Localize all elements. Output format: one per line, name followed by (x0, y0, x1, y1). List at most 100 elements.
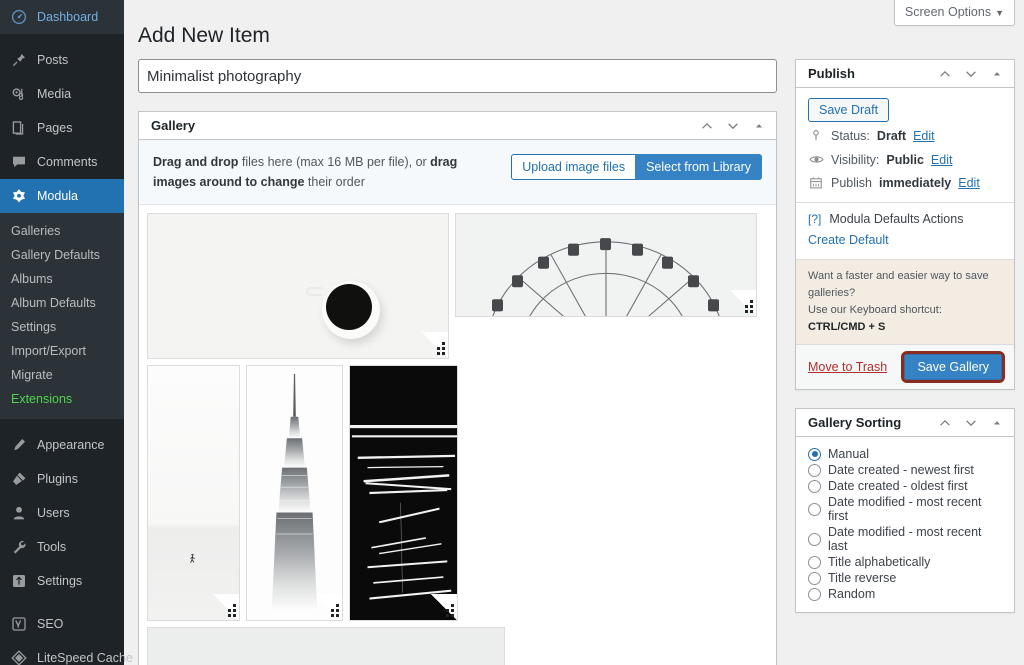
sort-option-label: Title alphabetically (828, 555, 930, 569)
sidebar-item-pages[interactable]: Pages (0, 111, 124, 145)
move-down-icon[interactable] (724, 117, 742, 135)
gallery-title-input[interactable] (138, 59, 777, 93)
save-draft-button[interactable]: Save Draft (808, 98, 889, 122)
upload-image-files-button[interactable]: Upload image files (511, 154, 636, 180)
visibility-edit-link[interactable]: Edit (931, 153, 953, 167)
submenu-item-galleries[interactable]: Galleries (0, 219, 124, 243)
move-up-icon[interactable] (936, 414, 954, 432)
sort-option-random[interactable]: Random (808, 586, 1002, 602)
sidebar-item-users[interactable]: Users (0, 496, 124, 530)
publish-panel-controls (936, 65, 1006, 83)
sidebar-item-label: Modula (37, 189, 78, 203)
sort-option-date-modified-most-recent-first[interactable]: Date modified - most recent first (808, 494, 1002, 524)
help-icon[interactable]: [?] (808, 212, 821, 226)
status-label: Status: (831, 129, 870, 143)
screen-options-label: Screen Options (905, 5, 991, 19)
sidebar-item-comments[interactable]: Comments (0, 145, 124, 179)
notice-line-2: Use our Keyboard shortcut: CTRL/CMD + S (808, 302, 1002, 336)
sidebar-item-dashboard[interactable]: Dashboard (0, 0, 124, 34)
radio-button[interactable] (808, 556, 821, 569)
keyboard-shortcut-notice: Want a faster and easier way to save gal… (796, 259, 1014, 344)
sidebar-item-tools[interactable]: Tools (0, 530, 124, 564)
submenu-item-migrate[interactable]: Migrate (0, 363, 124, 387)
uploader-end-text: their order (304, 175, 364, 189)
gallery-grid (147, 213, 768, 665)
wp-admin-screen: Dashboard Posts MediaPages Comments Modula G… (0, 0, 1024, 665)
uploader-bold-drag: Drag and drop (153, 155, 238, 169)
radio-button[interactable] (808, 464, 821, 477)
sidebar-item-seo[interactable]: SEO (0, 607, 124, 641)
submenu-item-extensions[interactable]: Extensions (0, 387, 124, 411)
create-default-link[interactable]: Create Default (808, 233, 889, 247)
sort-option-label: Date modified - most recent last (828, 525, 1002, 553)
sort-option-title-alphabetically[interactable]: Title alphabetically (808, 554, 1002, 570)
move-up-icon[interactable] (936, 65, 954, 83)
submenu-item-album-defaults[interactable]: Album Defaults (0, 291, 124, 315)
sidebar-item-media[interactable]: Media (0, 77, 124, 111)
uploader-mid-text: files here (max 16 MB per file), or (238, 155, 430, 169)
page-title: Add New Item (124, 0, 1024, 59)
sidebar-item-posts[interactable]: Posts (0, 43, 124, 77)
sorting-panel-title: Gallery Sorting (808, 415, 901, 430)
sidebar-item-label: Users (37, 506, 70, 520)
radio-button[interactable] (808, 572, 821, 585)
move-up-icon[interactable] (698, 117, 716, 135)
radio-button[interactable] (808, 588, 821, 601)
sorting-options-list: ManualDate created - newest firstDate cr… (796, 437, 1014, 612)
select-from-library-button[interactable]: Select from Library (635, 154, 762, 180)
toggle-panel-icon[interactable] (988, 414, 1006, 432)
radio-button[interactable] (808, 533, 821, 546)
notice-line-2-prefix: Use our Keyboard shortcut: (808, 304, 942, 316)
move-to-trash-link[interactable]: Move to Trash (808, 360, 887, 374)
gallery-postbox: Gallery (138, 111, 777, 665)
sort-option-title-reverse[interactable]: Title reverse (808, 570, 1002, 586)
sidebar-item-appearance[interactable]: Appearance (0, 428, 124, 462)
sidebar-item-litespeed-cache[interactable]: LiteSpeed Cache (0, 641, 124, 665)
sort-option-label: Title reverse (828, 571, 896, 585)
toggle-panel-icon[interactable] (750, 117, 768, 135)
sort-option-label: Random (828, 587, 875, 601)
submenu-item-albums[interactable]: Albums (0, 267, 124, 291)
gallery-uploader[interactable]: Drag and drop files here (max 16 MB per … (139, 140, 776, 205)
gallery-image-empire-state-building-fog[interactable] (246, 365, 343, 621)
media-icon (9, 84, 29, 104)
sidebar-item-label: Settings (37, 574, 82, 588)
sort-option-date-modified-most-recent-last[interactable]: Date modified - most recent last (808, 524, 1002, 554)
screen-options-button[interactable]: Screen Options▼ (894, 0, 1015, 26)
status-edit-link[interactable]: Edit (913, 129, 935, 143)
sidebar-item-label: Posts (37, 53, 68, 67)
move-down-icon[interactable] (962, 414, 980, 432)
primary-menu: Dashboard Posts MediaPages Comments Modula (0, 0, 124, 213)
sidebar-item-label: Tools (37, 540, 66, 554)
publish-body: Save Draft Status: Draft Edit (796, 88, 1014, 259)
sidebar-item-settings[interactable]: Settings (0, 564, 124, 598)
save-gallery-button[interactable]: Save Gallery (904, 354, 1002, 380)
yoast-seo-icon (9, 614, 29, 634)
gallery-image-ferris-wheel[interactable] (455, 213, 757, 317)
submenu-item-gallery-defaults[interactable]: Gallery Defaults (0, 243, 124, 267)
radio-button[interactable] (808, 503, 821, 516)
users-icon (9, 503, 29, 523)
sort-option-date-created-newest-first[interactable]: Date created - newest first (808, 462, 1002, 478)
submenu-item-settings[interactable]: Settings (0, 315, 124, 339)
radio-button[interactable] (808, 448, 821, 461)
sorting-panel-controls (936, 414, 1006, 432)
modula-defaults-label: Modula Defaults Actions (829, 212, 963, 226)
toggle-panel-icon[interactable] (988, 65, 1006, 83)
sort-option-manual[interactable]: Manual (808, 446, 1002, 462)
sidebar-item-plugins[interactable]: Plugins (0, 462, 124, 496)
gallery-image-person-walking-minimal[interactable] (147, 365, 240, 621)
gallery-image-plant-in-glass-vase[interactable] (147, 627, 505, 665)
sidebar-item-label: Comments (37, 155, 97, 169)
schedule-edit-link[interactable]: Edit (958, 176, 980, 190)
screen-meta: Screen Options▼ (894, 0, 1015, 26)
sort-option-date-created-oldest-first[interactable]: Date created - oldest first (808, 478, 1002, 494)
gallery-image-coffee-cup-on-white[interactable] (147, 213, 449, 359)
sidebar-item-modula[interactable]: Modula (0, 179, 124, 213)
submenu-item-import-export[interactable]: Import/Export (0, 339, 124, 363)
gallery-image-abstract-light-streaks-dark[interactable] (349, 365, 458, 621)
uploader-buttons: Upload image files Select from Library (511, 154, 762, 180)
modula-defaults-title-row: [?] Modula Defaults Actions (808, 212, 1002, 226)
move-down-icon[interactable] (962, 65, 980, 83)
radio-button[interactable] (808, 480, 821, 493)
